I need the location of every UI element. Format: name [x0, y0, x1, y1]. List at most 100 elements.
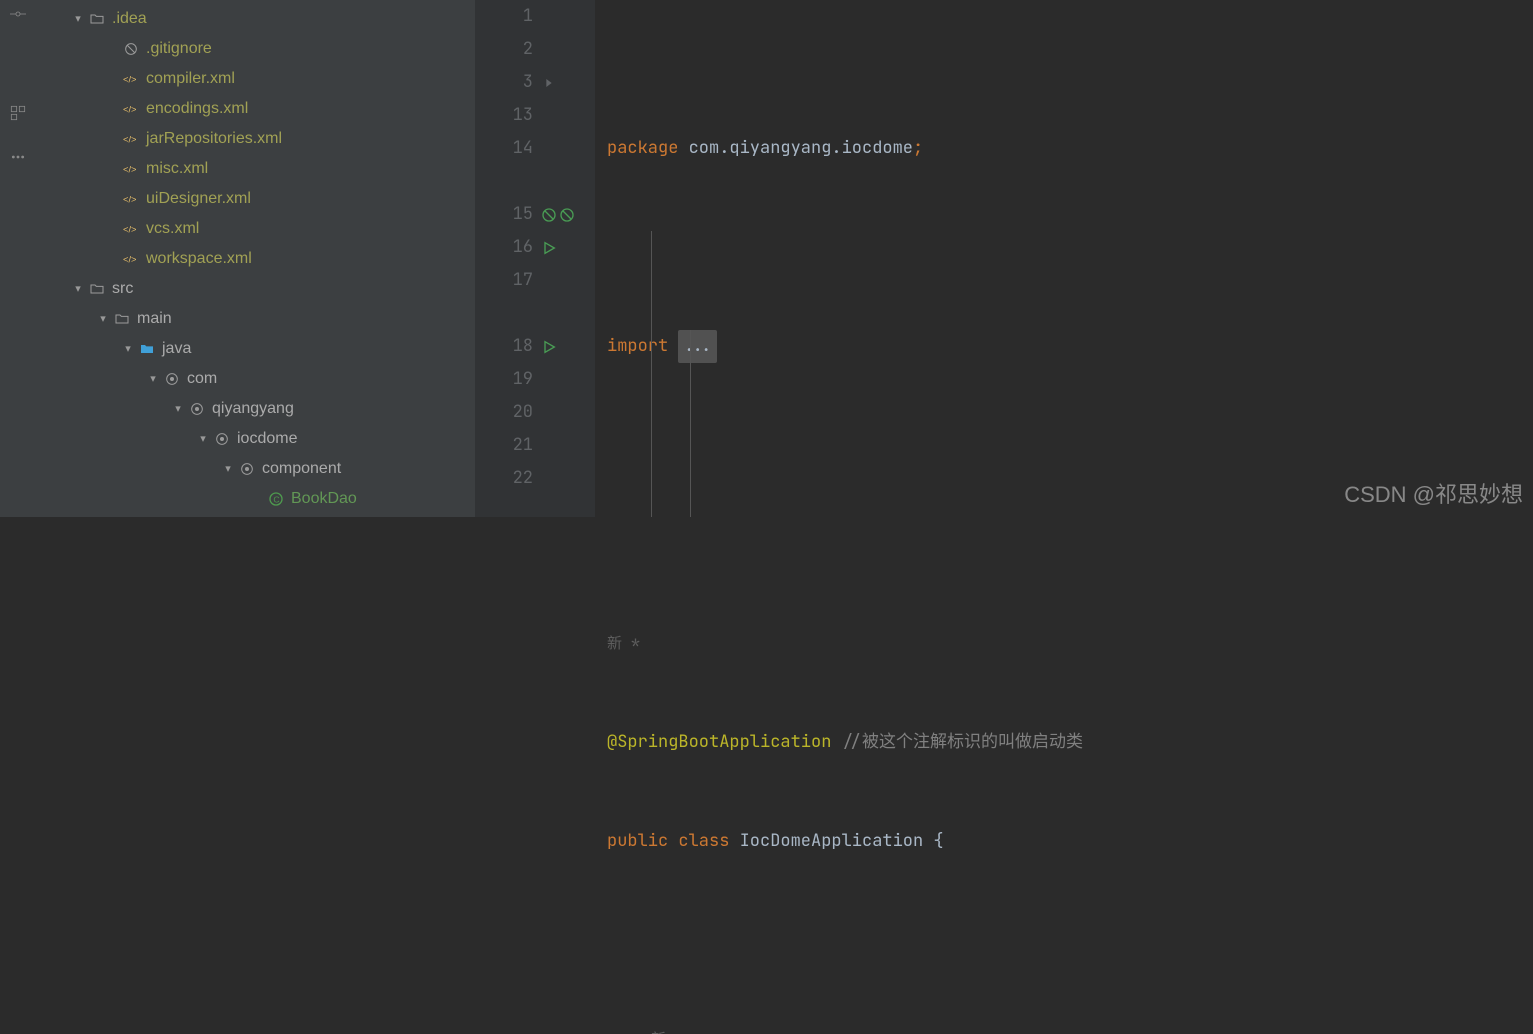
bean-icon[interactable] [537, 198, 595, 231]
code-text: ; [913, 132, 923, 165]
file-label: iocdome [233, 424, 297, 454]
folder-icon [86, 11, 108, 27]
xml-icon: </> [120, 101, 142, 117]
chevron-down-icon[interactable]: ▾ [70, 274, 86, 304]
src-folder-icon [136, 341, 158, 357]
run-icon[interactable] [537, 231, 595, 264]
line-number[interactable]: 3 [475, 66, 533, 99]
code-text: package [607, 132, 678, 165]
code-text: { [933, 825, 943, 858]
chevron-down-icon[interactable]: ▾ [120, 334, 136, 364]
file-label: BookDao [287, 484, 357, 514]
line-number[interactable]: 1 [475, 0, 533, 33]
svg-text:</>: </> [123, 224, 137, 234]
package-icon [236, 461, 258, 477]
chevron-down-icon[interactable]: ▾ [145, 364, 161, 394]
file-label: component [258, 454, 341, 484]
file-label: .gitignore [142, 34, 212, 64]
chevron-down-icon[interactable]: ▾ [70, 4, 86, 34]
svg-text:</>: </> [123, 194, 137, 204]
vcs-hint: 新 * [607, 1023, 684, 1034]
project-tree[interactable]: ▾ .idea .gitignore </> compiler.xml </> … [35, 0, 475, 517]
chevron-down-icon[interactable]: ▾ [95, 304, 111, 334]
chevron-down-icon[interactable]: ▾ [195, 424, 211, 454]
tree-pkg-component[interactable]: ▾ component [35, 454, 475, 484]
line-number[interactable]: 2 [475, 33, 533, 66]
file-label: java [158, 334, 191, 364]
tree-file-encodings[interactable]: </> encodings.xml [35, 94, 475, 124]
run-icon[interactable] [537, 330, 595, 363]
line-number[interactable]: 17 [475, 264, 533, 297]
file-label: workspace.xml [142, 244, 252, 274]
tree-pkg-qiyangyang[interactable]: ▾ qiyangyang [35, 394, 475, 424]
code-text: @SpringBootApplication [607, 726, 831, 759]
tree-folder-src[interactable]: ▾ src [35, 274, 475, 304]
tree-file-uidesigner[interactable]: </> uiDesigner.xml [35, 184, 475, 214]
structure-icon[interactable] [7, 105, 29, 121]
line-number[interactable]: 22 [475, 462, 533, 495]
gutter[interactable]: 1 2 3 13 14 15 16 17 18 19 20 21 22 [475, 0, 595, 517]
line-number[interactable] [475, 495, 533, 528]
line-number[interactable]: 18 [475, 330, 533, 363]
line-number[interactable]: 16 [475, 231, 533, 264]
tree-file-workspace[interactable]: </> workspace.xml [35, 244, 475, 274]
file-label: compiler.xml [142, 64, 235, 94]
code-area[interactable]: package com.qiyangyang.iocdome; import .… [595, 0, 1533, 517]
svg-text:</>: </> [123, 104, 137, 114]
xml-icon: </> [120, 251, 142, 267]
file-label: .idea [108, 4, 147, 34]
code-text: com.qiyangyang.iocdome [678, 132, 913, 165]
tree-folder-idea[interactable]: ▾ .idea [35, 4, 475, 34]
folder-icon [111, 311, 133, 327]
folded-code[interactable]: ... [678, 330, 717, 363]
file-label: encodings.xml [142, 94, 248, 124]
tree-pkg-com[interactable]: ▾ com [35, 364, 475, 394]
file-label: uiDesigner.xml [142, 184, 251, 214]
package-icon [161, 371, 183, 387]
more-icon[interactable] [7, 149, 29, 165]
file-label: main [133, 304, 172, 334]
tree-folder-java[interactable]: ▾ java [35, 334, 475, 364]
package-icon [186, 401, 208, 417]
svg-text:</>: </> [123, 134, 137, 144]
file-label: com [183, 364, 217, 394]
fold-icon[interactable] [537, 66, 595, 99]
tree-file-compiler[interactable]: </> compiler.xml [35, 64, 475, 94]
xml-icon: </> [120, 71, 142, 87]
ignore-icon [120, 41, 142, 57]
line-number[interactable]: 21 [475, 429, 533, 462]
file-label: src [108, 274, 133, 304]
code-text: IocDomeApplication [740, 825, 934, 858]
svg-text:</>: </> [123, 74, 137, 84]
chevron-down-icon[interactable]: ▾ [170, 394, 186, 424]
svg-text:</>: </> [123, 254, 137, 264]
code-text: public [607, 825, 678, 858]
class-icon: C [265, 491, 287, 507]
tree-file-jarrepos[interactable]: </> jarRepositories.xml [35, 124, 475, 154]
chevron-down-icon[interactable]: ▾ [220, 454, 236, 484]
line-number[interactable] [475, 165, 533, 198]
tree-file-gitignore[interactable]: .gitignore [35, 34, 475, 64]
file-label: jarRepositories.xml [142, 124, 282, 154]
commit-graph-icon[interactable] [7, 6, 29, 22]
code-text: class [678, 825, 739, 858]
package-icon [211, 431, 233, 447]
tree-class-bookdao[interactable]: C BookDao [35, 484, 475, 514]
line-number[interactable] [475, 297, 533, 330]
line-number[interactable]: 20 [475, 396, 533, 429]
tree-file-misc[interactable]: </> misc.xml [35, 154, 475, 184]
tree-pkg-iocdome[interactable]: ▾ iocdome [35, 424, 475, 454]
xml-icon: </> [120, 191, 142, 207]
line-number[interactable]: 15 [475, 198, 533, 231]
vcs-hint: 新 * [607, 627, 640, 660]
tree-folder-main[interactable]: ▾ main [35, 304, 475, 334]
line-number[interactable]: 13 [475, 99, 533, 132]
code-editor[interactable]: 1 2 3 13 14 15 16 17 18 19 20 21 22 [475, 0, 1533, 517]
line-number[interactable]: 14 [475, 132, 533, 165]
code-text: import [607, 330, 678, 363]
tool-strip [0, 0, 35, 517]
line-number[interactable]: 19 [475, 363, 533, 396]
svg-text:C: C [273, 494, 279, 504]
folder-icon [86, 281, 108, 297]
tree-file-vcs[interactable]: </> vcs.xml [35, 214, 475, 244]
